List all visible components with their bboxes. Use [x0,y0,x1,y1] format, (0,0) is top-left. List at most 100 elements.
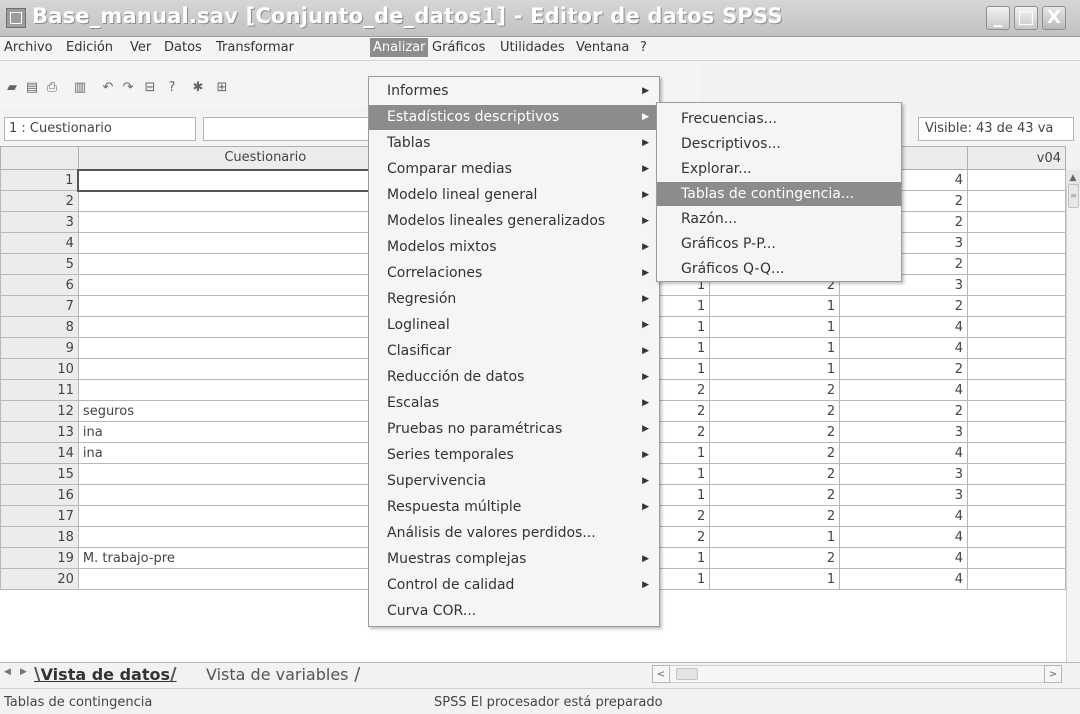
submenu-item[interactable]: Frecuencias... [657,107,901,131]
dialog-recall-icon[interactable]: ▥ [72,81,88,95]
row-number[interactable]: 2 [0,190,79,212]
table-cell[interactable] [967,169,1066,191]
menu-item[interactable]: Informes ▶ [369,79,659,104]
menu-archivo[interactable]: Archivo [4,40,53,55]
row-header-corner[interactable] [0,146,79,170]
tab-vista-de-variables[interactable]: Vista de variables / [206,664,360,685]
table-cell[interactable]: 4 [839,379,969,401]
row-number[interactable]: 20 [0,568,79,590]
goto-case-icon[interactable]: ⊟ [142,81,158,95]
minimize-button[interactable]: _ [986,6,1010,30]
table-cell[interactable]: 4 [839,442,969,464]
submenu-item[interactable]: Tablas de contingencia... [657,182,901,206]
table-cell[interactable]: 4 [839,316,969,338]
table-cell[interactable] [967,442,1066,464]
table-cell[interactable]: 2 [709,463,841,485]
menu-item[interactable]: Correlaciones ▶ [369,261,659,286]
table-cell[interactable]: 3 [839,484,969,506]
menu-item[interactable]: Modelos mixtos ▶ [369,235,659,260]
row-number[interactable]: 10 [0,358,79,380]
table-cell[interactable]: 3 [839,421,969,443]
row-number[interactable]: 6 [0,274,79,296]
table-cell[interactable] [967,190,1066,212]
vertical-scroll-thumb[interactable]: ≡ [1068,184,1079,208]
undo-icon[interactable]: ↶ [100,81,116,95]
menu-item[interactable]: Modelo lineal general ▶ [369,183,659,208]
table-cell[interactable]: 3 [839,463,969,485]
row-number[interactable]: 19 [0,547,79,569]
table-cell[interactable] [967,274,1066,296]
table-cell[interactable] [967,337,1066,359]
open-folder-icon[interactable]: ▰ [4,81,20,95]
menu-edicion[interactable]: Edición [66,40,113,55]
scroll-right-icon[interactable]: > [1044,665,1062,683]
table-cell[interactable]: 4 [839,568,969,590]
menu-item[interactable]: Respuesta múltiple ▶ [369,495,659,520]
save-icon[interactable]: ▤ [24,81,40,95]
menu-ventana[interactable]: Ventana [576,40,629,55]
menu-ver[interactable]: Ver [130,40,151,55]
submenu-item[interactable]: Descriptivos... [657,132,901,156]
submenu-item[interactable]: Razón... [657,207,901,231]
row-number[interactable]: 1 [0,169,79,191]
table-cell[interactable] [967,568,1066,590]
table-cell[interactable] [967,526,1066,548]
menu-item[interactable]: Curva COR... [369,599,659,624]
menu-item[interactable]: Tablas ▶ [369,131,659,156]
row-number[interactable]: 7 [0,295,79,317]
table-cell[interactable] [967,232,1066,254]
row-number[interactable]: 16 [0,484,79,506]
table-cell[interactable]: 4 [839,526,969,548]
redo-icon[interactable]: ↷ [120,81,136,95]
menu-item[interactable]: Regresión ▶ [369,287,659,312]
submenu-item[interactable]: Gráficos P-P... [657,232,901,256]
menu-item[interactable]: Escalas ▶ [369,391,659,416]
row-number[interactable]: 9 [0,337,79,359]
table-cell[interactable]: 2 [709,400,841,422]
submenu-item[interactable]: Explorar... [657,157,901,181]
table-cell[interactable]: 2 [839,400,969,422]
tab-scroll-right-icon[interactable]: ▶ [20,667,27,677]
table-cell[interactable]: 4 [839,505,969,527]
menu-item[interactable]: Muestras complejas ▶ [369,547,659,572]
table-cell[interactable] [967,253,1066,275]
row-number[interactable]: 5 [0,253,79,275]
table-cell[interactable] [967,211,1066,233]
table-cell[interactable] [967,463,1066,485]
row-number[interactable]: 4 [0,232,79,254]
table-cell[interactable]: 2 [709,379,841,401]
menu-item[interactable]: Series temporales ▶ [369,443,659,468]
table-cell[interactable]: 1 [709,358,841,380]
table-cell[interactable]: 2 [709,547,841,569]
row-number[interactable]: 14 [0,442,79,464]
table-cell[interactable] [967,505,1066,527]
menu-datos[interactable]: Datos [164,40,202,55]
table-cell[interactable] [967,379,1066,401]
row-number[interactable]: 3 [0,211,79,233]
menu-item[interactable]: Supervivencia ▶ [369,469,659,494]
cell-value-editor[interactable] [203,117,373,141]
vertical-scrollbar[interactable] [1066,170,1080,662]
tab-scroll-left-icon[interactable]: ◀ [4,667,11,677]
column-header-v04[interactable]: v04 [967,146,1066,170]
horizontal-scrollbar[interactable] [652,665,1062,683]
menu-item[interactable]: Clasificar ▶ [369,339,659,364]
table-cell[interactable] [967,400,1066,422]
table-cell[interactable]: 2 [839,295,969,317]
table-cell[interactable]: 1 [709,568,841,590]
table-cell[interactable]: 1 [709,316,841,338]
insert-cases-icon[interactable]: ⊞ [214,81,230,95]
maximize-button[interactable]: □ [1014,6,1038,30]
table-cell[interactable]: 2 [709,484,841,506]
find-icon[interactable]: ✱ [190,81,206,95]
row-number[interactable]: 11 [0,379,79,401]
menu-help[interactable]: ? [640,40,647,55]
scroll-left-icon[interactable]: < [652,665,670,683]
table-cell[interactable] [967,421,1066,443]
table-cell[interactable] [967,295,1066,317]
tab-vista-de-datos[interactable]: \Vista de datos/ [34,664,177,685]
row-number[interactable]: 13 [0,421,79,443]
table-cell[interactable]: 2 [709,442,841,464]
row-number[interactable]: 15 [0,463,79,485]
menu-utilidades[interactable]: Utilidades [500,40,565,55]
